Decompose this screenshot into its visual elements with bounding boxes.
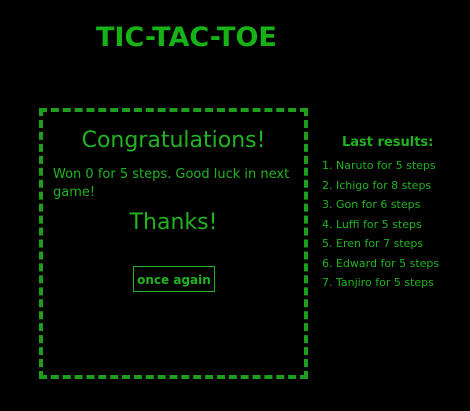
- result-item: 3. Gon for 6 steps: [322, 198, 421, 211]
- once-again-button[interactable]: once again: [133, 266, 215, 292]
- last-results-list: 1. Naruto for 5 steps 2. Ichigo for 8 st…: [322, 156, 439, 293]
- result-message: Won 0 for 5 steps. Good luck in next gam…: [53, 167, 290, 200]
- last-results-title: Last results:: [342, 135, 434, 150]
- result-item: 5. Eren for 7 steps: [322, 237, 424, 250]
- result-item: 6. Edward for 5 steps: [322, 256, 440, 270]
- result-item: 2. Ichigo for 8 steps: [322, 178, 432, 192]
- congratulations-heading: Congratulations!: [81, 128, 266, 153]
- game-title: TIC-TAC-TOE: [96, 22, 277, 53]
- result-item: 4. Luffi for 5 steps: [322, 217, 422, 231]
- thanks-text: Thanks!: [129, 210, 218, 235]
- result-item: 7. Tanjiro for 5 steps: [322, 276, 434, 289]
- result-panel: Congratulations! Won 0 for 5 steps. Good…: [39, 108, 308, 379]
- result-item: 1. Naruto for 5 steps: [322, 159, 436, 172]
